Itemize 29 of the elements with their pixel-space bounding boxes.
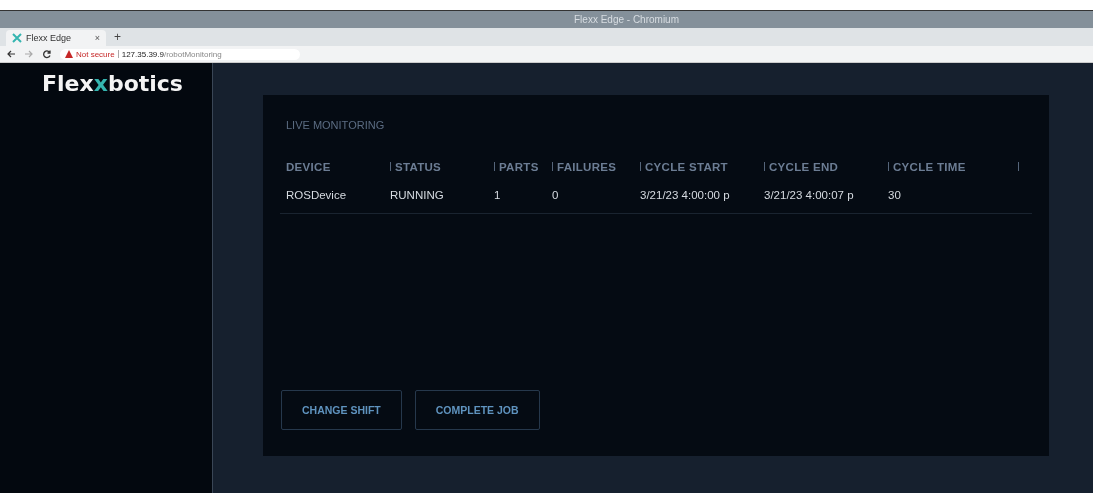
table-cell: RUNNING [390,189,444,201]
column-header: STATUS [390,161,442,173]
back-icon[interactable] [6,49,16,59]
action-button[interactable]: COMPLETE JOB [414,390,540,430]
table-cell: 0 [552,189,559,201]
url-text: 127.35.39.9/robotMonitoring [121,49,222,59]
reload-icon[interactable] [42,49,52,59]
card-title: LIVE MONITORING [286,119,386,131]
address-bar[interactable]: Not secure 127.35.39.9/robotMonitoring [60,48,300,60]
column-header: FAILURES [552,161,617,173]
brand-logo: Flexxbotics [42,71,183,96]
action-button[interactable]: CHANGE SHIFT [281,390,402,430]
table-cell: 3/21/23 4:00:07 p [764,189,854,201]
column-header: DEVICE [286,161,331,173]
column-header: CYCLE TIME [888,161,966,173]
window-title: Flexx Edge - Chromium [574,14,679,25]
close-tab-button[interactable]: × [94,33,100,43]
warning-icon [65,50,73,58]
table-cell: 1 [494,189,501,201]
new-tab-button[interactable]: + [114,30,121,46]
column-header: CYCLE END [764,161,839,173]
table-cell: 30 [888,189,901,201]
table-cell: ROSDevice [286,189,347,201]
column-header: PARTS [494,161,539,173]
browser-tab[interactable]: Flexx Edge × [6,30,106,46]
column-header: CYCLE START [640,161,728,173]
x-logo-icon [12,33,22,43]
security-label: Not secure [76,49,115,59]
table-cell: 3/21/23 4:00:00 p [640,189,730,201]
